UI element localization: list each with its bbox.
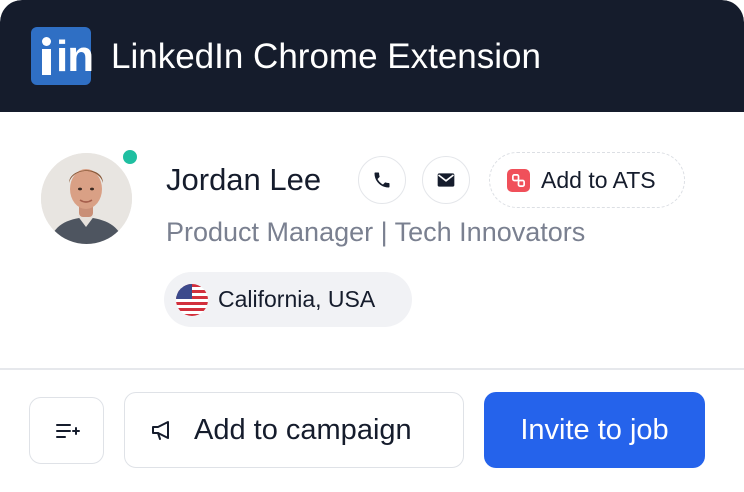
linkedin-logo-icon: in: [31, 27, 94, 85]
invite-to-job-button[interactable]: Invite to job: [484, 392, 705, 468]
us-flag-icon: [176, 283, 208, 316]
logo-text: in: [56, 32, 94, 81]
megaphone-icon: [152, 421, 169, 440]
location-text: California, USA: [218, 286, 376, 312]
profile-name: Jordan Lee: [166, 162, 322, 197]
call-button[interactable]: [358, 156, 406, 204]
campaign-button-label: Add to campaign: [194, 413, 412, 446]
add-to-ats-button[interactable]: Add to ATS: [489, 152, 685, 208]
phone-icon: [374, 172, 390, 188]
avatar: [41, 153, 132, 244]
section-divider: [0, 368, 744, 370]
extension-card: in LinkedIn Chrome Extension Jordan Lee: [0, 0, 744, 492]
location-badge: California, USA: [164, 272, 412, 327]
ats-button-label: Add to ATS: [541, 166, 656, 193]
add-to-list-button[interactable]: [29, 397, 104, 464]
add-to-campaign-button[interactable]: Add to campaign: [124, 392, 464, 468]
online-status-dot: [121, 148, 139, 166]
email-button[interactable]: [422, 156, 470, 204]
list-add-icon: [55, 423, 80, 438]
header-title: LinkedIn Chrome Extension: [111, 37, 541, 76]
invite-button-label: Invite to job: [520, 413, 669, 446]
mail-icon: [437, 173, 455, 187]
profile-headline: Product Manager | Tech Innovators: [166, 217, 586, 247]
ats-logo-icon: [507, 168, 530, 192]
header-bar: in LinkedIn Chrome Extension: [0, 0, 744, 112]
